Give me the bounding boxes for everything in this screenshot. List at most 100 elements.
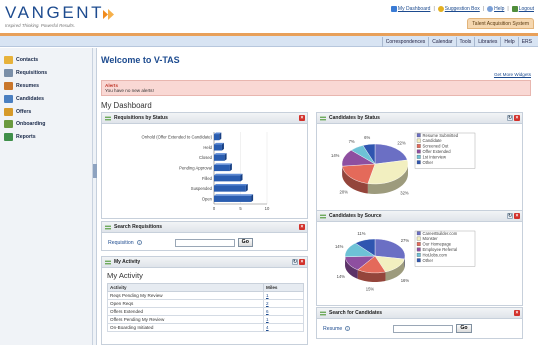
suggestion-box-link[interactable]: Suggestion Box [437, 6, 480, 12]
sidebar-item-requisitions[interactable]: Requisitions [0, 67, 92, 80]
pie-data-label: 16% [401, 278, 410, 283]
close-icon[interactable]: × [299, 115, 305, 121]
x-tick-label: 10 [265, 206, 270, 211]
pie-data-label: 7% [349, 139, 355, 144]
candidates-by-source-widget: Candidates by Source ↻ × 27% 16% 15% 14% 14%… [316, 210, 523, 306]
miles-link[interactable]: 1 [263, 291, 304, 300]
legend-swatch [416, 231, 421, 236]
link-separator: | [482, 6, 485, 12]
widget-header[interactable]: Search for Candidates × [317, 308, 522, 319]
pie-data-label: 6% [364, 135, 370, 140]
widget-title: My Activity [114, 259, 141, 265]
tab-tools[interactable]: Tools [455, 37, 475, 47]
sidebar-item-candidates[interactable]: Candidates [0, 92, 92, 105]
legend-label: Other [423, 160, 434, 165]
miles-link[interactable]: 4 [263, 323, 304, 332]
sidebar-collapse-handle[interactable] [93, 48, 97, 345]
app-header: VANGENT Inspired Thinking. Powerful Resu… [0, 0, 538, 36]
logout-link[interactable]: Logout [511, 6, 534, 12]
offers-icon [4, 107, 13, 116]
sidebar-item-onboarding[interactable]: Onboarding [0, 118, 92, 131]
tab-correspondences[interactable]: Correspondences [381, 37, 428, 47]
legend-label: Screened Out [423, 144, 450, 149]
close-icon[interactable]: × [514, 310, 520, 316]
requisition-search-input[interactable] [174, 238, 235, 247]
miles-link[interactable]: 6 [263, 307, 304, 316]
tab-ers[interactable]: ERS [517, 37, 535, 47]
widget-header[interactable]: Search Requisitions × [102, 222, 307, 233]
bar-top [214, 173, 243, 176]
help-link[interactable]: Help [487, 6, 504, 12]
activity-heading: My Activity [107, 271, 143, 280]
legend-swatch [416, 258, 421, 263]
bar-top [214, 163, 232, 165]
resume-search-input[interactable] [393, 324, 454, 333]
tab-help[interactable]: Help [500, 37, 517, 47]
bar-top [214, 153, 227, 155]
search-requisitions-widget: Search Requisitions × Requisition i Go [101, 221, 308, 251]
table-row: Reqs Pending My Review 1 [107, 291, 304, 300]
close-icon[interactable]: × [299, 224, 305, 230]
tab-libraries[interactable]: Libraries [474, 37, 500, 47]
widget-header[interactable]: My Activity ↻ × [102, 257, 307, 268]
y-tick-label: Filled [202, 176, 213, 181]
refresh-icon[interactable]: ↻ [507, 115, 513, 121]
activity-table: Activity Miles Reqs Pending My Review 1 … [107, 283, 304, 332]
x-tick-label: 0 [213, 206, 216, 211]
legend-swatch [416, 160, 421, 165]
pie-data-label: 15% [366, 286, 375, 291]
pie-data-label: 14% [331, 153, 340, 158]
bar [214, 144, 222, 151]
close-icon[interactable]: × [514, 213, 520, 219]
activity-cell: Open Reqs [107, 299, 264, 308]
tab-calendar[interactable]: Calendar [428, 37, 455, 47]
sidebar-item-reports[interactable]: Reports [0, 131, 92, 144]
my-dashboard-link[interactable]: My Dashboard [390, 6, 430, 12]
drag-handle-icon[interactable] [105, 115, 111, 121]
table-row: Offers Pending My Review 1 [107, 315, 304, 324]
info-icon[interactable]: i [345, 326, 351, 331]
legend-label: Candidate [423, 138, 443, 143]
info-icon[interactable]: i [136, 240, 142, 245]
table-row: Open Reqs 2 [107, 299, 304, 308]
column-header-miles: Miles [263, 283, 304, 292]
table-row: Offers Extended 6 [107, 307, 304, 316]
requisitions-icon [4, 69, 13, 78]
drag-handle-icon[interactable] [320, 310, 326, 316]
refresh-icon[interactable]: ↻ [507, 213, 513, 219]
pie-data-label: 14% [335, 244, 344, 249]
refresh-icon[interactable]: ↻ [292, 259, 298, 265]
link-separator: | [507, 6, 509, 12]
close-icon[interactable]: × [299, 259, 305, 265]
close-icon[interactable]: × [514, 115, 520, 121]
sidebar-item-contacts[interactable]: Contacts [0, 54, 92, 67]
drag-handle-icon[interactable] [320, 115, 326, 121]
bar [214, 195, 252, 202]
drag-handle-icon[interactable] [105, 259, 111, 265]
get-more-widgets-link[interactable]: Get More Widgets [494, 72, 531, 77]
widget-header[interactable]: Candidates by Status ↻ × [317, 113, 522, 124]
widget-header[interactable]: Candidates by Source ↻ × [317, 211, 522, 222]
drag-handle-icon[interactable] [105, 224, 111, 230]
widget-title: Search Requisitions [114, 224, 163, 230]
dashboard-icon [390, 6, 397, 12]
miles-link[interactable]: 2 [263, 299, 304, 308]
sidebar-item-offers[interactable]: Offers [0, 105, 92, 118]
bar-top [214, 183, 248, 186]
activity-cell: Reqs Pending My Review [107, 291, 264, 300]
sidebar-item-resumes[interactable]: Resumes [0, 80, 92, 93]
legend-label: HotJobs.com [423, 252, 448, 257]
requisition-label: Requisition [108, 239, 134, 246]
widget-header[interactable]: Requisitions by Status × [102, 113, 307, 124]
legend-swatch [416, 236, 421, 241]
resume-search-row: Resume i Go [317, 319, 522, 338]
drag-handle-icon[interactable] [320, 213, 326, 219]
bar [214, 164, 230, 172]
y-tick-label: Suspended [191, 186, 213, 191]
resume-go-button[interactable]: Go [456, 324, 472, 333]
link-separator: | [433, 6, 435, 12]
top-links: My Dashboard | Suggestion Box | Help | L… [390, 6, 534, 12]
miles-link[interactable]: 1 [263, 315, 304, 324]
table-header-row: Activity Miles [107, 283, 304, 292]
requisition-go-button[interactable]: Go [237, 238, 253, 247]
